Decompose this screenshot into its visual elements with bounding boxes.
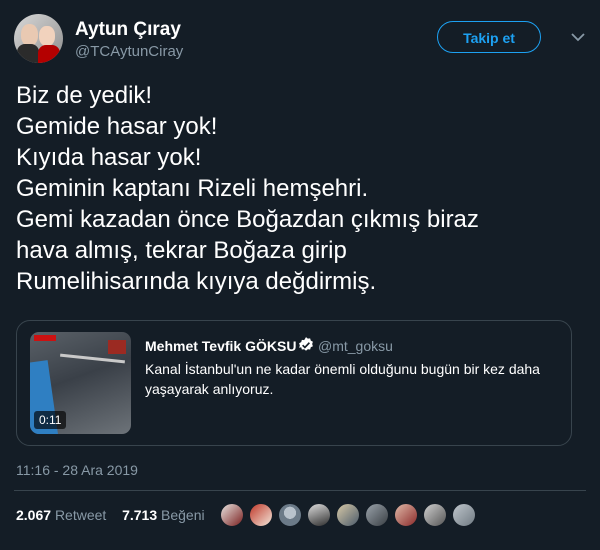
tweet-line: Biz de yedik! <box>16 82 153 109</box>
quoted-author-name[interactable]: Mehmet Tevfik GÖKSU <box>145 338 296 354</box>
quoted-text: Kanal İstanbul'un ne kadar önemli olduğu… <box>145 361 540 397</box>
liker-avatar[interactable] <box>423 503 447 527</box>
chevron-down-icon[interactable] <box>570 31 586 43</box>
author-avatar[interactable] <box>14 14 63 63</box>
liker-avatar[interactable] <box>249 503 273 527</box>
retweet-label[interactable]: Retweet <box>55 507 106 523</box>
verified-badge-icon <box>299 337 313 351</box>
tweet-line: hava almış, tekrar Boğaza girip <box>16 237 347 264</box>
retweet-count[interactable]: 2.067 <box>16 507 51 523</box>
like-label[interactable]: Beğeni <box>161 507 205 523</box>
video-duration: 0:11 <box>34 411 67 429</box>
follow-button[interactable]: Takip et <box>437 21 541 53</box>
liker-avatar[interactable] <box>394 503 418 527</box>
tweet-header: Aytun Çıray @TCAytunCiray Takip et <box>14 14 586 64</box>
quoted-author-handle[interactable]: @mt_goksu <box>318 338 393 354</box>
tweet-stats: 2.067 Retweet 7.713 Beğeni <box>16 507 205 523</box>
tweet-line: Gemi kazadan önce Boğazdan çıkmış biraz <box>16 206 479 233</box>
quoted-tweet[interactable]: 0:11 Mehmet Tevfik GÖKSU @mt_goksu Kanal… <box>16 320 572 446</box>
tweet-line: Geminin kaptanı Rizeli hemşehri. <box>16 175 369 202</box>
tweet-line: Kıyıda hasar yok! <box>16 144 202 171</box>
tweet-line: Rumelihisarında kıyıya değdirmiş. <box>16 268 377 295</box>
liker-avatar[interactable] <box>307 503 331 527</box>
divider <box>14 490 586 491</box>
liker-avatar[interactable] <box>365 503 389 527</box>
liker-avatar[interactable] <box>452 503 476 527</box>
tweet-text: Biz de yedik! Gemide hasar yok! Kıyıda h… <box>16 80 576 297</box>
video-thumbnail[interactable]: 0:11 <box>30 332 131 434</box>
liker-avatar[interactable] <box>278 503 302 527</box>
author-handle[interactable]: @TCAytunCiray <box>75 43 183 60</box>
author-name[interactable]: Aytun Çıray <box>75 19 181 41</box>
liker-avatar[interactable] <box>336 503 360 527</box>
like-count[interactable]: 7.713 <box>122 507 157 523</box>
liker-avatar[interactable] <box>220 503 244 527</box>
tweet-line: Gemide hasar yok! <box>16 113 218 140</box>
tweet-timestamp[interactable]: 11:16 - 28 Ara 2019 <box>16 462 138 478</box>
